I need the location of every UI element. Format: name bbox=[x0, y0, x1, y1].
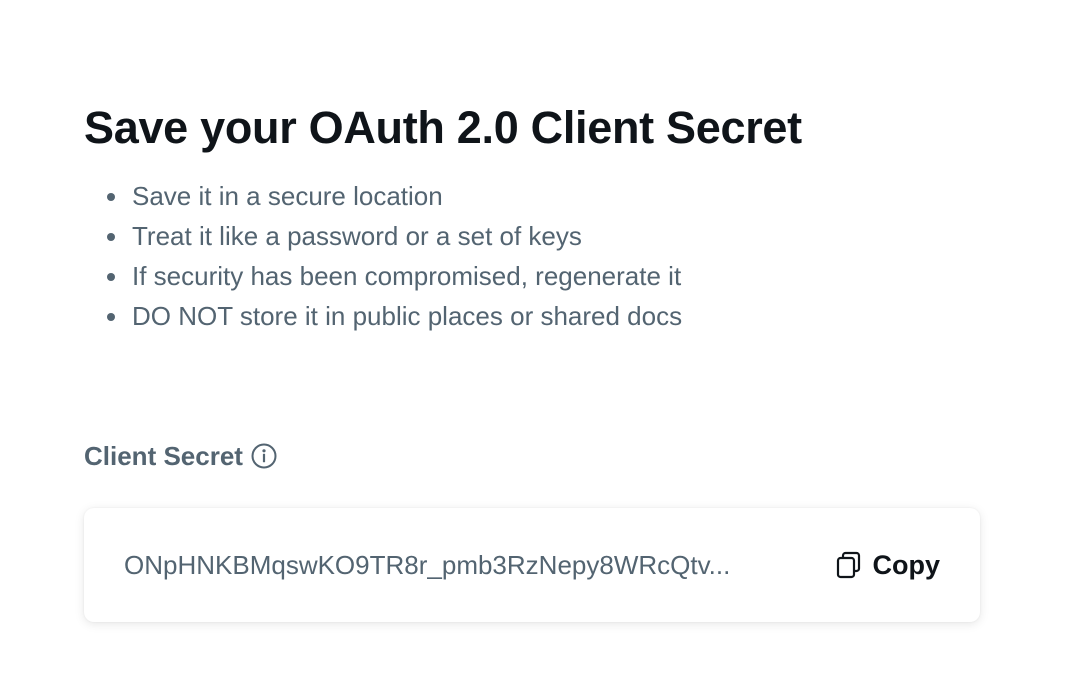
tips-list: Save it in a secure location Treat it li… bbox=[84, 176, 682, 336]
list-item: Treat it like a password or a set of key… bbox=[84, 216, 682, 256]
page-title: Save your OAuth 2.0 Client Secret bbox=[84, 102, 802, 153]
secret-modal-content: Save your OAuth 2.0 Client Secret Save i… bbox=[84, 0, 980, 698]
tip-text: Save it in a secure location bbox=[132, 181, 443, 211]
info-icon[interactable] bbox=[251, 443, 277, 469]
bullet-icon bbox=[107, 313, 115, 321]
tip-text: DO NOT store it in public places or shar… bbox=[132, 301, 683, 331]
copy-icon bbox=[836, 551, 862, 579]
bullet-icon bbox=[107, 233, 115, 241]
list-item: If security has been compromised, regene… bbox=[84, 256, 682, 296]
tip-text: Treat it like a password or a set of key… bbox=[132, 221, 582, 251]
client-secret-card: ONpHNKBMqswKO9TR8r_pmb3RzNepy8WRcQtv... … bbox=[84, 508, 980, 622]
copy-button[interactable]: Copy bbox=[836, 543, 941, 587]
copy-label: Copy bbox=[872, 550, 941, 580]
list-item: Save it in a secure location bbox=[84, 176, 682, 216]
list-item: DO NOT store it in public places or shar… bbox=[84, 296, 682, 336]
client-secret-label-text: Client Secret bbox=[84, 441, 243, 471]
client-secret-label: Client Secret bbox=[84, 438, 277, 474]
bullet-icon bbox=[107, 193, 115, 201]
bullet-icon bbox=[107, 273, 115, 281]
tip-text: If security has been compromised, regene… bbox=[132, 261, 682, 291]
client-secret-value[interactable]: ONpHNKBMqswKO9TR8r_pmb3RzNepy8WRcQtv... bbox=[124, 545, 774, 585]
